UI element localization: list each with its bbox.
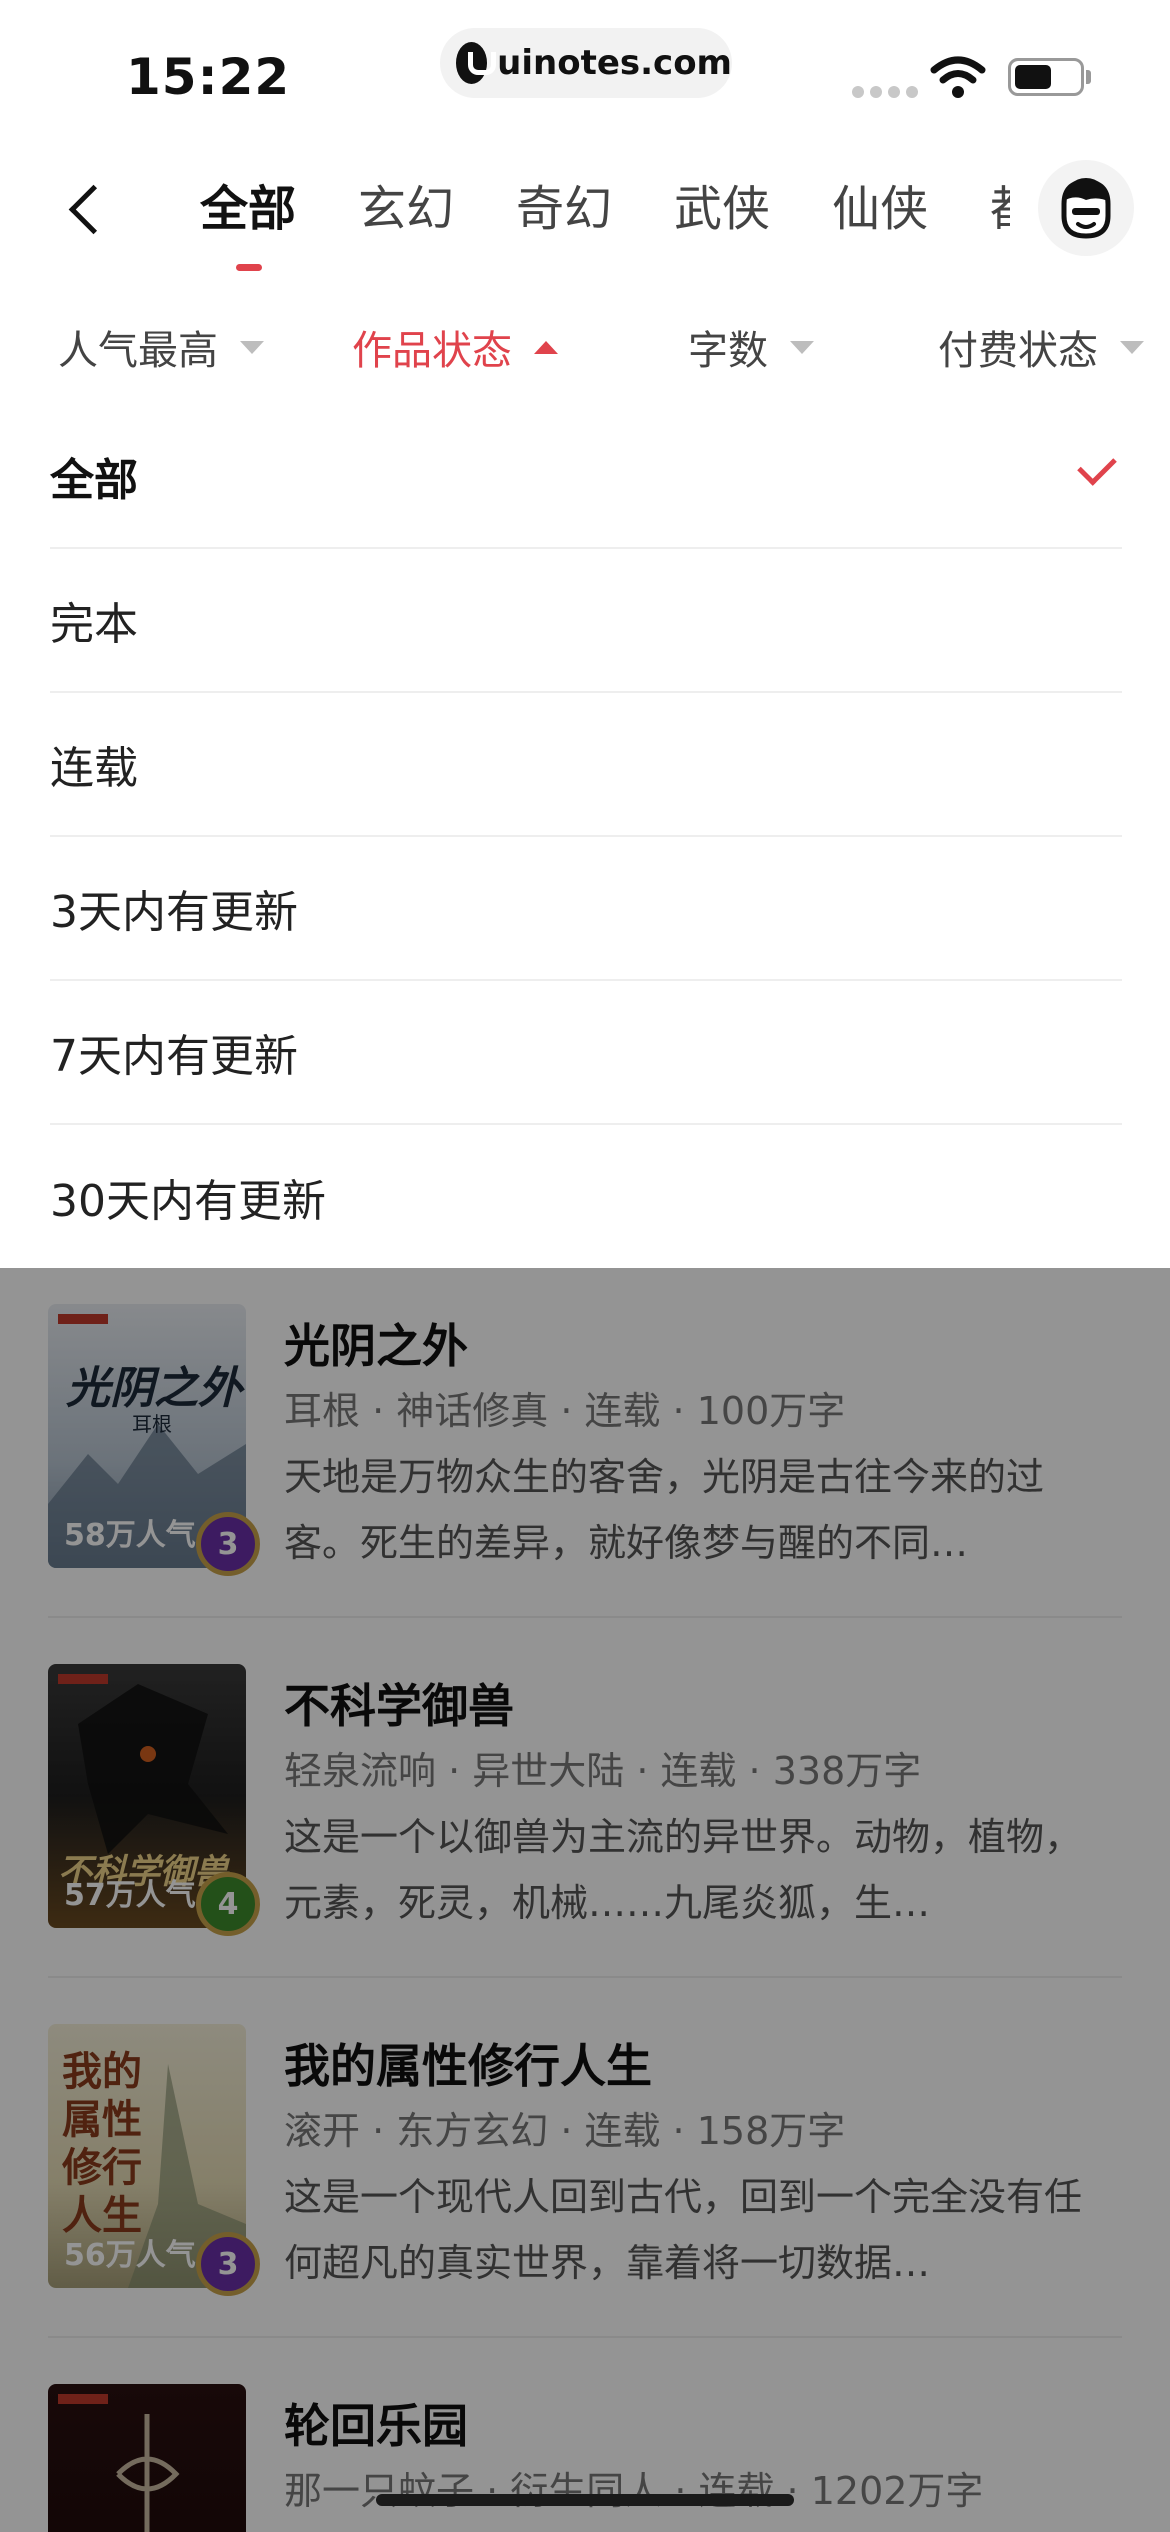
option-label: 30天内有更新 (50, 1176, 326, 1227)
option-all[interactable]: 全部 (50, 405, 1122, 549)
filter-payment[interactable]: 付费状态 (938, 318, 1144, 376)
battery-tip (1086, 70, 1091, 84)
option-serializing[interactable]: 连载 (50, 693, 1122, 837)
option-label: 3天内有更新 (50, 887, 298, 938)
option-label: 全部 (50, 455, 138, 506)
filter-popularity-label: 人气最高 (58, 328, 218, 374)
tab-xuanhuan[interactable]: 玄幻 (358, 174, 454, 254)
option-label: 7天内有更新 (50, 1031, 298, 1082)
option-updated-3days[interactable]: 3天内有更新 (50, 837, 1122, 981)
filter-work-status[interactable]: 作品状态 (352, 318, 558, 376)
filter-work-status-label: 作品状态 (352, 328, 512, 374)
option-label: 连载 (50, 743, 138, 794)
status-bar: 15:22 uinotes.com (0, 0, 1170, 140)
tab-xianxia[interactable]: 仙侠 (832, 174, 928, 254)
tab-wuxia[interactable]: 武侠 (674, 174, 770, 254)
home-indicator (376, 2494, 794, 2506)
url-pill[interactable]: uinotes.com (440, 28, 732, 98)
active-tab-indicator (236, 264, 262, 271)
avatar[interactable] (1038, 160, 1134, 256)
filter-payment-label: 付费状态 (938, 328, 1098, 374)
filter-bar: 人气最高 作品状态 字数 付费状态 (0, 300, 1170, 390)
status-time: 15:22 (126, 48, 291, 106)
status-dropdown: 全部 完本 连载 3天内有更新 7天内有更新 30天内有更新 (0, 405, 1170, 1268)
site-logo-icon (456, 42, 497, 84)
user-avatar-icon (1061, 178, 1111, 239)
filter-word-count[interactable]: 字数 (688, 318, 814, 376)
caret-up-icon (534, 340, 558, 354)
signal-dots-icon (852, 86, 918, 98)
battery-icon (1008, 58, 1084, 96)
wifi-icon (930, 56, 986, 98)
option-label: 完本 (50, 599, 138, 650)
category-tabs: 全部 玄幻 奇幻 武侠 仙侠 都 (200, 174, 1010, 254)
url-text: uinotes.com (497, 43, 732, 83)
option-updated-7days[interactable]: 7天内有更新 (50, 981, 1122, 1125)
caret-down-icon (1120, 340, 1144, 354)
caret-down-icon (240, 340, 264, 354)
tab-dushi[interactable]: 都 (990, 174, 1010, 254)
option-updated-30days[interactable]: 30天内有更新 (50, 1125, 1122, 1269)
caret-down-icon (790, 340, 814, 354)
tab-all[interactable]: 全部 (200, 174, 296, 254)
checkmark-icon (1077, 446, 1117, 486)
filter-word-count-label: 字数 (688, 328, 768, 374)
category-nav: 全部 玄幻 奇幻 武侠 仙侠 都 (0, 140, 1170, 280)
tab-qihuan[interactable]: 奇幻 (516, 174, 612, 254)
filter-popularity[interactable]: 人气最高 (58, 318, 264, 376)
option-completed[interactable]: 完本 (50, 549, 1122, 693)
dim-overlay[interactable] (0, 1268, 1170, 2532)
back-icon[interactable] (56, 178, 116, 238)
